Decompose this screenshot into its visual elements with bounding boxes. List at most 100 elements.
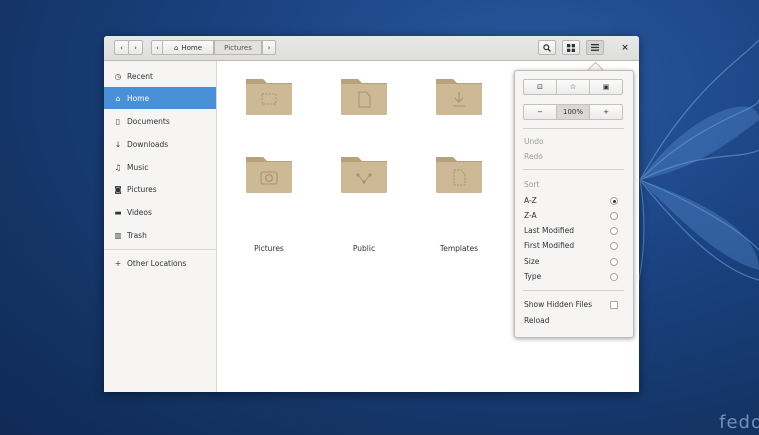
fedora-watermark: fedo [719,412,759,433]
folder-public[interactable] [339,153,399,213]
zoom-level: 100% [562,108,583,116]
folder-icon [436,157,482,193]
new-folder-icon: ⊡ [537,83,543,91]
menu-separator [523,128,624,129]
chevron-right-icon: › [134,43,137,52]
menu-button[interactable] [586,40,604,55]
folder-icon [436,79,482,115]
reload-item[interactable]: Reload [524,316,550,325]
chevron-left-icon: ‹ [120,43,123,52]
sidebar-item-home[interactable]: ⌂ Home [104,87,216,109]
folder-pictures[interactable] [244,153,304,213]
sidebar-item-documents[interactable]: ▯ Documents [104,110,216,132]
sort-heading: Sort [524,180,540,189]
folder-templates[interactable] [434,153,494,213]
folder-icon [341,157,387,193]
breadcrumb-pictures-label: Pictures [224,43,252,52]
plus-icon: + [114,258,122,268]
sidebar-item-downloads[interactable]: ↓ Downloads [104,133,216,155]
new-folder-button[interactable]: ⊡ [523,79,557,95]
clock-icon: ◷ [114,71,122,81]
sidebar-item-label: Pictures [127,184,157,194]
home-icon: ⌂ [173,43,179,52]
document-icon: ▯ [115,116,121,126]
sort-size-radio[interactable] [610,258,618,266]
search-button[interactable] [538,40,556,55]
view-toggle-button[interactable] [562,40,580,55]
bookmark-button[interactable]: ☆ [556,79,590,95]
sidebar-item-label: Home [127,93,150,103]
show-hidden-files-checkbox[interactable] [610,301,618,309]
sidebar-item-label: Music [127,162,149,172]
sidebar-item-label: Videos [127,207,152,217]
music-icon: ♫ [114,162,122,172]
show-hidden-files-item[interactable]: Show Hidden Files [524,300,592,309]
redo-item[interactable]: Redo [524,152,543,161]
new-tab-button[interactable]: ▣ [589,79,623,95]
search-icon [543,43,551,52]
breadcrumb-home[interactable]: ⌂ Home [162,40,214,55]
sort-last-modified-item[interactable]: Last Modified [524,226,574,235]
sidebar-item-label: Trash [127,230,147,240]
sort-first-modified-item[interactable]: First Modified [524,241,574,250]
sidebar-item-other-locations[interactable]: + Other Locations [104,252,216,274]
folder-downloads[interactable] [434,75,494,135]
new-tab-icon: ▣ [602,83,610,91]
folder-icon [246,157,292,193]
bookmark-icon: ☆ [569,83,577,91]
zoom-in-button[interactable]: + [589,104,623,120]
back-button[interactable]: ‹ [114,40,129,55]
sidebar-item-label: Downloads [127,139,169,149]
folder-label: Public [352,244,376,253]
folder-label: Templates [439,244,479,253]
sort-a-z-item[interactable]: A-Z [524,196,537,205]
close-icon: × [621,42,629,53]
headerbar: ‹ › ‹ ⌂ Home Pictures › × [104,36,639,61]
trash-icon: ▥ [114,230,122,240]
sidebar-item-recent[interactable]: ◷ Recent [104,65,216,87]
sort-last-modified-radio[interactable] [610,227,618,235]
sidebar-item-label: Other Locations [127,258,187,268]
menu-separator [523,290,624,291]
folder-label: Pictures [254,244,284,253]
chevron-right-icon: › [267,43,271,52]
sidebar-item-pictures[interactable]: ◙ Pictures [104,178,216,200]
zoom-reset-button[interactable]: 100% [556,104,590,120]
sidebar-item-videos[interactable]: ▬ Videos [104,201,216,223]
folder-icon [341,79,387,115]
breadcrumb-pictures[interactable]: Pictures [214,40,262,55]
sidebar-item-trash[interactable]: ▥ Trash [104,224,216,246]
sidebar: ◷ Recent ⌂ Home ▯ Documents ↓ Downloads … [104,61,217,392]
sidebar-item-music[interactable]: ♫ Music [104,156,216,178]
zoom-out-icon: − [537,108,543,116]
zoom-in-icon: + [603,108,609,116]
breadcrumb-scroll-right[interactable]: › [262,40,276,55]
close-button[interactable]: × [619,41,631,54]
sort-first-modified-radio[interactable] [610,242,618,250]
folder-documents[interactable] [339,75,399,135]
sort-type-item[interactable]: Type [524,272,541,281]
undo-item[interactable]: Undo [524,137,544,146]
hamburger-icon [591,44,599,51]
sort-z-a-item[interactable]: Z-A [524,211,537,220]
zoom-out-button[interactable]: − [523,104,557,120]
forward-button[interactable]: › [128,40,143,55]
breadcrumb-home-label: Home [181,43,203,52]
grid-icon [567,43,575,52]
video-icon: ▬ [114,207,122,217]
sort-type-radio[interactable] [610,273,618,281]
chevron-left-icon: ‹ [156,43,159,52]
camera-icon: ◙ [114,184,122,194]
sort-a-z-radio[interactable] [610,197,618,205]
sort-size-item[interactable]: Size [524,257,539,266]
sidebar-item-label: Documents [127,116,170,126]
sort-z-a-radio[interactable] [610,212,618,220]
sidebar-item-label: Recent [127,71,153,81]
sidebar-divider [104,249,216,250]
download-icon: ↓ [114,139,122,149]
view-menu-popover: ⊡ ☆ ▣ − 100% + Undo Redo Sort A-Z Z-A La… [514,70,634,338]
menu-separator [523,169,624,170]
home-icon: ⌂ [115,93,121,103]
folder-icon [246,79,292,115]
folder-desktop[interactable] [244,75,304,135]
